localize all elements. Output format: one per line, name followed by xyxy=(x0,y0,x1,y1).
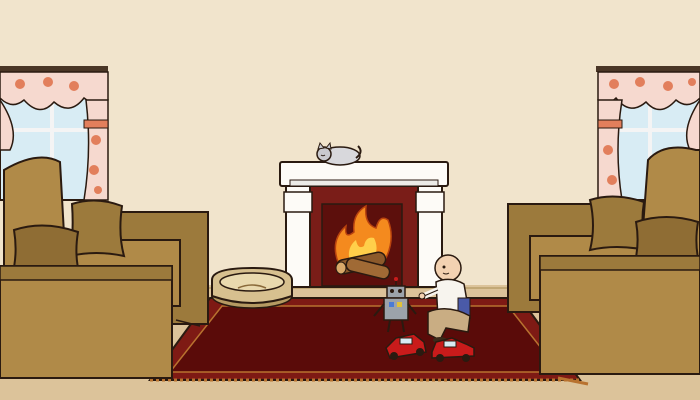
living-room-scene xyxy=(0,0,700,400)
right-armchair-arm-near xyxy=(539,255,700,375)
right-curtain-rod xyxy=(596,66,700,72)
left-pillow-1 xyxy=(68,199,126,258)
boy-head xyxy=(434,254,462,282)
left-armchair-arm-near xyxy=(0,265,173,379)
rug-inner xyxy=(168,305,562,373)
pet-bed-icon xyxy=(211,266,293,309)
fireplace xyxy=(279,161,449,288)
left-curtain-rod xyxy=(0,66,108,72)
